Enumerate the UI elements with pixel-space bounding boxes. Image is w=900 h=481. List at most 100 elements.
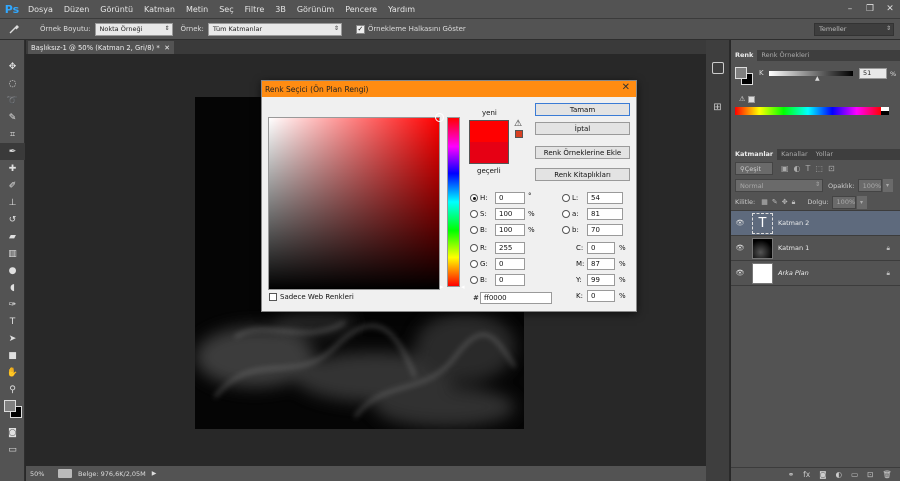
l-input[interactable]: 54	[587, 192, 623, 204]
new-layer-icon[interactable]: ⊡	[867, 470, 873, 479]
eye-icon[interactable]: 👁︎	[731, 219, 749, 227]
blur-tool-icon[interactable]: ●	[0, 262, 25, 279]
g-input[interactable]: 0	[495, 258, 525, 270]
zoom-level[interactable]: 50%	[30, 470, 58, 478]
status-menu-icon[interactable]	[58, 469, 72, 478]
fill-arrow-icon[interactable]: ▾	[856, 195, 867, 209]
ok-button[interactable]: Tamam	[535, 103, 630, 116]
menu-item-edit[interactable]: Düzen	[59, 5, 94, 14]
k-slider[interactable]	[769, 71, 853, 76]
maximize-icon[interactable]: ❐	[860, 0, 880, 19]
web-colors-checkbox[interactable]	[269, 293, 277, 301]
layer-name[interactable]: Katman 2	[778, 219, 809, 227]
radio-h[interactable]	[470, 194, 478, 202]
menu-item-image[interactable]: Görüntü	[95, 5, 138, 14]
eye-icon[interactable]: 👁︎	[731, 269, 749, 277]
new-group-icon[interactable]: ▭	[851, 470, 858, 479]
layer-row-arka-plan[interactable]: 👁︎ Arka Plan 🔒︎	[731, 261, 900, 286]
menu-item-select[interactable]: Seç	[214, 5, 238, 14]
k-value-input[interactable]: 51	[859, 68, 887, 79]
saturation-brightness-field[interactable]	[268, 113, 444, 290]
fill-input[interactable]: 100%	[831, 195, 856, 209]
sample-size-dropdown[interactable]: Nokta Örneği ⇕	[94, 22, 173, 36]
radio-l[interactable]	[562, 194, 570, 202]
k-slider-thumb[interactable]: ▲	[815, 75, 820, 82]
marquee-tool-icon[interactable]: ◌	[0, 75, 25, 92]
properties-panel-icon[interactable]: ⊞	[712, 102, 724, 114]
s-input[interactable]: 100	[495, 208, 525, 220]
radio-g[interactable]	[470, 260, 478, 268]
type-tool-icon[interactable]: T	[0, 313, 25, 330]
close-window-icon[interactable]: ✕	[880, 0, 900, 19]
gradient-tool-icon[interactable]: ▥	[0, 245, 25, 262]
path-selection-tool-icon[interactable]: ➤	[0, 330, 25, 347]
tab-swatches[interactable]: Renk Örnekleri	[757, 50, 813, 61]
add-mask-icon[interactable]: ◙	[819, 470, 826, 479]
fx-icon[interactable]: fx	[803, 470, 810, 479]
layer-row-katman-2[interactable]: 👁︎ T Katman 2	[731, 211, 900, 236]
hue-slider[interactable]	[447, 117, 460, 287]
current-color-swatch[interactable]	[469, 142, 509, 164]
color-panel-fg-swatch[interactable]	[735, 67, 747, 79]
out-of-gamut-warning-icon[interactable]: ⚠	[514, 119, 522, 129]
black-white-ramp[interactable]	[881, 107, 889, 115]
a-input[interactable]: 81	[587, 208, 623, 220]
shape-tool-icon[interactable]: ■	[0, 347, 25, 364]
hue-slider-left-arrow-icon[interactable]: ▸	[440, 283, 444, 291]
menu-item-layer[interactable]: Katman	[139, 5, 180, 14]
gamut-correction-swatch[interactable]	[515, 130, 523, 138]
tab-paths[interactable]: Yollar	[812, 149, 837, 160]
layer-name[interactable]: Katman 1	[778, 244, 809, 252]
clone-stamp-tool-icon[interactable]: ⊥	[0, 194, 25, 211]
delete-layer-icon[interactable]: 🗑︎	[882, 470, 892, 479]
hand-tool-icon[interactable]: ✋	[0, 364, 25, 381]
healing-brush-tool-icon[interactable]: ✚	[0, 160, 25, 177]
add-to-swatches-button[interactable]: Renk Örneklerine Ekle	[535, 146, 630, 159]
close-icon[interactable]: ✕	[622, 82, 630, 93]
close-tab-icon[interactable]: ✕	[164, 44, 170, 52]
tab-layers[interactable]: Katmanlar	[731, 149, 778, 160]
radio-b[interactable]	[470, 226, 478, 234]
color-swatches[interactable]	[0, 398, 24, 424]
menu-item-3d[interactable]: 3B	[270, 5, 291, 14]
status-arrow-icon[interactable]: ▶	[152, 470, 157, 477]
y-input[interactable]: 99	[587, 274, 615, 286]
menu-item-help[interactable]: Yardım	[383, 5, 420, 14]
radio-a[interactable]	[562, 210, 570, 218]
hue-slider-right-arrow-icon[interactable]: ◂	[461, 283, 465, 291]
cancel-button[interactable]: İptal	[535, 122, 630, 135]
quick-mask-icon[interactable]: ◙	[0, 424, 25, 441]
history-brush-tool-icon[interactable]: ↺	[0, 211, 25, 228]
eraser-tool-icon[interactable]: ▰	[0, 228, 25, 245]
c-input[interactable]: 0	[587, 242, 615, 254]
menu-item-filter[interactable]: Filtre	[240, 5, 270, 14]
history-panel-icon[interactable]	[711, 62, 724, 74]
minimize-icon[interactable]: –	[840, 0, 860, 19]
warning-icon[interactable]: ⚠	[739, 95, 745, 103]
m-input[interactable]: 87	[587, 258, 615, 270]
radio-lab-b[interactable]	[562, 226, 570, 234]
link-layers-icon[interactable]: ⚭	[788, 470, 794, 479]
h-input[interactable]: 0	[495, 192, 525, 204]
layer-name[interactable]: Arka Plan	[778, 269, 809, 277]
screen-mode-icon[interactable]: ▭	[0, 441, 25, 458]
opacity-arrow-icon[interactable]: ▾	[882, 179, 893, 192]
color-spectrum-bar[interactable]	[735, 107, 881, 115]
blend-mode-dropdown[interactable]: Normal ⇕	[735, 179, 823, 192]
gamut-swatch[interactable]	[748, 96, 755, 103]
lock-icons[interactable]: ▦✎✥🔒︎	[761, 198, 799, 207]
lasso-tool-icon[interactable]: ➰	[0, 92, 25, 109]
workspace-dropdown[interactable]: Temeller ⇕	[814, 22, 894, 36]
crop-tool-icon[interactable]: ⌗	[0, 126, 25, 143]
zoom-tool-icon[interactable]: ⚲	[0, 381, 25, 398]
k-input[interactable]: 0	[587, 290, 615, 302]
blue-input[interactable]: 0	[495, 274, 525, 286]
radio-blue[interactable]	[470, 276, 478, 284]
adjustment-layer-icon[interactable]: ◐	[836, 470, 843, 479]
opacity-input[interactable]: 100%	[857, 179, 882, 192]
quick-select-tool-icon[interactable]: ✎	[0, 109, 25, 126]
field-picker-circle[interactable]	[435, 113, 444, 122]
lab-b-input[interactable]: 70	[587, 224, 623, 236]
radio-r[interactable]	[470, 244, 478, 252]
pen-tool-icon[interactable]: ✑	[0, 296, 25, 313]
